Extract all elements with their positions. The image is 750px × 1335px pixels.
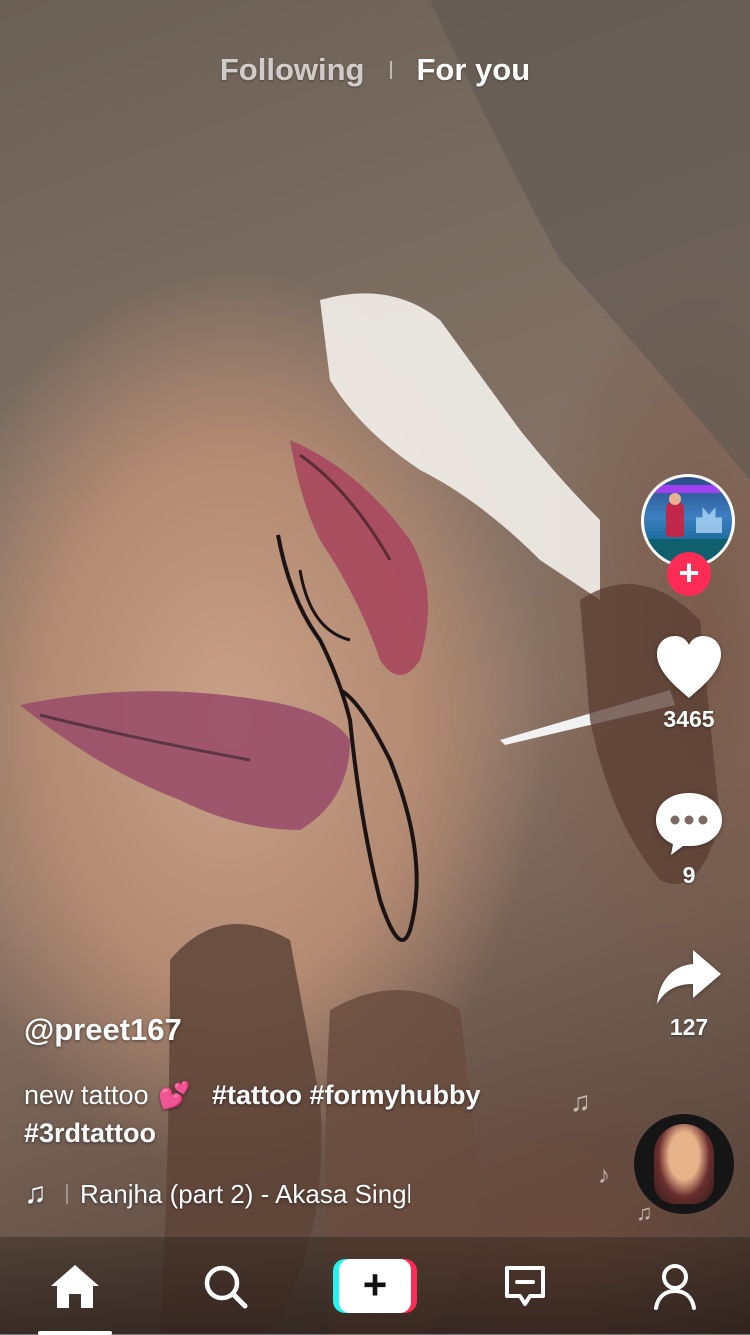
share-button[interactable]: 127 bbox=[644, 946, 734, 1041]
sound-ticker[interactable]: ♫ Ranjha (part 2) - Akasa Singh bbox=[24, 1174, 424, 1214]
two-hearts-emoji: 💕 bbox=[158, 1080, 191, 1110]
home-icon bbox=[51, 1265, 99, 1308]
heart-icon bbox=[657, 636, 721, 698]
avatar-castle bbox=[696, 507, 722, 533]
creator-username[interactable]: @preet167 bbox=[24, 1012, 182, 1048]
post-caption: new tattoo 💕 #tattoo #formyhubby #3rdtat… bbox=[24, 1076, 584, 1152]
floating-note-icon: ♪ bbox=[598, 1162, 610, 1189]
profile-icon bbox=[654, 1264, 696, 1310]
active-tab-indicator bbox=[38, 1331, 112, 1335]
sound-divider bbox=[66, 1184, 68, 1204]
sound-cover-art bbox=[654, 1124, 714, 1204]
caption-text: new tattoo bbox=[24, 1080, 149, 1110]
hashtag[interactable]: #formyhubby bbox=[310, 1080, 481, 1110]
tab-following[interactable]: Following bbox=[220, 52, 365, 88]
nav-home[interactable] bbox=[0, 1237, 150, 1335]
plus-icon: + bbox=[339, 1259, 411, 1313]
feed-tabs: Following For you bbox=[0, 46, 750, 94]
comment-icon bbox=[656, 793, 722, 855]
nav-inbox[interactable] bbox=[450, 1237, 600, 1335]
nav-discover[interactable] bbox=[150, 1237, 300, 1335]
nav-profile[interactable] bbox=[600, 1237, 750, 1335]
like-count: 3465 bbox=[663, 706, 715, 732]
comment-button[interactable]: 9 bbox=[644, 790, 734, 889]
hashtag[interactable]: #3rdtattoo bbox=[24, 1118, 156, 1148]
bottom-nav: + bbox=[0, 1236, 750, 1335]
share-count: 127 bbox=[669, 1014, 709, 1040]
avatar-banner bbox=[654, 485, 728, 493]
like-button[interactable]: 3465 bbox=[644, 634, 734, 733]
tab-for-you[interactable]: For you bbox=[416, 52, 530, 88]
comment-count: 9 bbox=[682, 862, 696, 888]
create-button[interactable]: + bbox=[333, 1259, 417, 1313]
share-icon bbox=[657, 950, 721, 1004]
floating-note-icon: ♫ bbox=[636, 1200, 653, 1225]
search-icon bbox=[204, 1265, 248, 1309]
nav-create[interactable]: + bbox=[300, 1237, 450, 1335]
sound-title: Ranjha (part 2) - Akasa Singh bbox=[80, 1178, 410, 1209]
music-note-icon: ♫ bbox=[24, 1177, 47, 1210]
follow-button[interactable]: + bbox=[667, 552, 711, 596]
sound-disc[interactable] bbox=[634, 1114, 734, 1214]
hashtag[interactable]: #tattoo bbox=[212, 1080, 302, 1110]
tab-divider bbox=[390, 61, 393, 79]
avatar-figure-head bbox=[669, 493, 681, 505]
avatar-figure bbox=[666, 501, 684, 537]
inbox-icon bbox=[505, 1266, 545, 1306]
